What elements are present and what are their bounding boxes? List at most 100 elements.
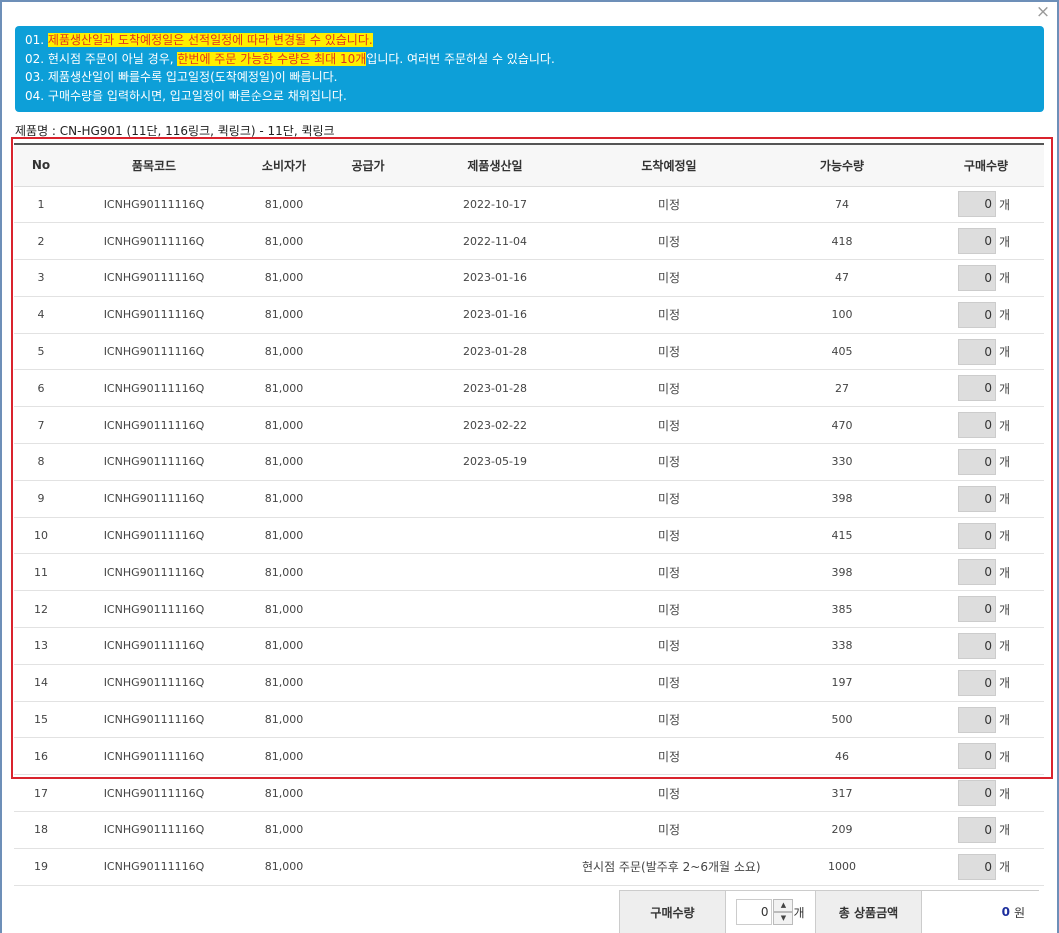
table-row: 17 ICNHG90111116Q 81,000 미정 317 0 개 — [14, 774, 1044, 813]
cell-price: 81,000 — [240, 811, 328, 849]
cell-supply — [328, 222, 408, 261]
cell-no: 13 — [14, 627, 68, 665]
table-row: 1 ICNHG90111116Q 81,000 2022-10-17 미정 74 0 개 — [14, 186, 1044, 224]
purchase-qty-unit: 개 — [999, 786, 1011, 801]
purchase-qty-input[interactable]: 0 — [958, 485, 996, 512]
purchase-qty-unit: 개 — [999, 529, 1011, 544]
purchase-qty-input[interactable]: 0 — [958, 301, 996, 328]
cell-supply — [328, 480, 408, 518]
purchase-qty-input[interactable]: 0 — [958, 228, 996, 255]
cell-code: ICNHG90111116Q — [68, 553, 240, 592]
cell-supply — [328, 186, 408, 224]
cell-production-date — [408, 627, 582, 665]
purchase-qty-input[interactable]: 0 — [958, 412, 996, 439]
cell-code: ICNHG90111116Q — [68, 737, 240, 776]
cell-available-qty: 1000 — [756, 848, 928, 886]
purchase-qty-input[interactable]: 0 — [958, 596, 996, 623]
purchase-qty-input[interactable]: 0 — [958, 559, 996, 586]
cell-production-date — [408, 848, 582, 886]
cell-arrival-date: 미정 — [582, 701, 756, 739]
cell-available-qty: 197 — [756, 664, 928, 702]
purchase-qty-input[interactable]: 0 — [958, 448, 996, 475]
cell-production-date: 2023-05-19 — [408, 443, 582, 481]
purchase-qty-input[interactable]: 0 — [958, 522, 996, 549]
cell-purchase-qty: 0개 — [928, 590, 1044, 629]
purchase-qty-unit: 개 — [999, 418, 1011, 433]
header-supply: 공급가 — [328, 143, 408, 187]
spin-up-icon[interactable]: ▲ — [773, 899, 794, 912]
purchase-qty-input[interactable]: 0 — [958, 853, 996, 880]
cell-no: 16 — [14, 737, 68, 776]
cell-code: ICNHG90111116Q — [68, 774, 240, 813]
table-row: 5 ICNHG90111116Q 81,000 2023-01-28 미정 405 0 개 — [14, 333, 1044, 371]
cell-supply — [328, 553, 408, 592]
header-code: 품목코드 — [68, 143, 240, 187]
cell-price: 81,000 — [240, 259, 328, 297]
notice-line-1: 01. 제품생산일과 도착예정일은 선적일정에 따라 변경될 수 있습니다. — [25, 33, 373, 47]
purchase-qty-input[interactable]: 0 — [958, 816, 996, 843]
cell-supply — [328, 296, 408, 334]
purchase-qty-input[interactable]: 0 — [958, 743, 996, 770]
cell-code: ICNHG90111116Q — [68, 480, 240, 518]
cell-available-qty: 74 — [756, 186, 928, 224]
cell-code: ICNHG90111116Q — [68, 627, 240, 665]
cell-production-date: 2023-01-16 — [408, 296, 582, 334]
notice-box: 01. 제품생산일과 도착예정일은 선적일정에 따라 변경될 수 있습니다. 0… — [15, 26, 1044, 112]
summary-total-value: 0 — [1001, 905, 1010, 919]
notice-highlight: 한번에 주문 가능한 수량은 최대 10개 — [177, 51, 367, 66]
cell-no: 18 — [14, 811, 68, 849]
cell-production-date: 2022-10-17 — [408, 186, 582, 224]
cell-supply — [328, 701, 408, 739]
purchase-qty-unit: 개 — [999, 234, 1011, 249]
cell-price: 81,000 — [240, 406, 328, 445]
cell-purchase-qty: 0개 — [928, 737, 1044, 776]
purchase-qty-input[interactable]: 0 — [958, 706, 996, 733]
table-row: 19 ICNHG90111116Q 81,000 현시점 주문(발주후 2~6개월 소… — [14, 848, 1044, 886]
cell-purchase-qty: 0개 — [928, 406, 1044, 445]
cell-arrival-date: 미정 — [582, 811, 756, 849]
close-icon[interactable]: × — [1035, 4, 1051, 21]
table-row: 13 ICNHG90111116Q 81,000 미정 338 0 개 — [14, 627, 1044, 665]
table-row: 4 ICNHG90111116Q 81,000 2023-01-16 미정 100 0 개 — [14, 296, 1044, 334]
cell-purchase-qty: 0개 — [928, 627, 1044, 665]
table-row: 3 ICNHG90111116Q 81,000 2023-01-16 미정 47 0 개 — [14, 259, 1044, 297]
cell-code: ICNHG90111116Q — [68, 406, 240, 445]
cell-code: ICNHG90111116Q — [68, 811, 240, 849]
cell-arrival-date: 미정 — [582, 737, 756, 776]
purchase-qty-input[interactable]: 0 — [958, 191, 996, 218]
cell-code: ICNHG90111116Q — [68, 443, 240, 481]
summary-qty-input[interactable]: 0 — [736, 899, 773, 925]
table-header-row: No 품목코드 소비자가 공급가 제품생산일 도착예정일 가능수량 구매수량 — [14, 143, 1044, 187]
cell-available-qty: 27 — [756, 369, 928, 408]
cell-available-qty: 47 — [756, 259, 928, 297]
header-price: 소비자가 — [240, 143, 328, 187]
table-row: 10 ICNHG90111116Q 81,000 미정 415 0 개 — [14, 517, 1044, 555]
cell-no: 19 — [14, 848, 68, 886]
cell-arrival-date: 미정 — [582, 186, 756, 224]
cell-arrival-date: 미정 — [582, 517, 756, 555]
cell-no: 17 — [14, 774, 68, 813]
cell-price: 81,000 — [240, 701, 328, 739]
cell-purchase-qty: 0개 — [928, 186, 1044, 224]
cell-price: 81,000 — [240, 627, 328, 665]
header-no: No — [14, 143, 68, 187]
purchase-qty-input[interactable]: 0 — [958, 669, 996, 696]
cell-purchase-qty: 0개 — [928, 848, 1044, 886]
purchase-qty-input[interactable]: 0 — [958, 338, 996, 365]
cell-price: 81,000 — [240, 186, 328, 224]
purchase-qty-input[interactable]: 0 — [958, 264, 996, 291]
cell-price: 81,000 — [240, 848, 328, 886]
header-available-qty: 가능수량 — [756, 143, 928, 187]
purchase-qty-unit: 개 — [999, 749, 1011, 764]
purchase-qty-input[interactable]: 0 — [958, 632, 996, 659]
cell-purchase-qty: 0개 — [928, 369, 1044, 408]
cell-production-date — [408, 664, 582, 702]
purchase-qty-input[interactable]: 0 — [958, 375, 996, 402]
cell-supply — [328, 811, 408, 849]
spin-down-icon[interactable]: ▼ — [773, 912, 794, 925]
cell-price: 81,000 — [240, 296, 328, 334]
cell-no: 15 — [14, 701, 68, 739]
purchase-qty-input[interactable]: 0 — [958, 780, 996, 807]
cell-arrival-date: 미정 — [582, 664, 756, 702]
cell-supply — [328, 333, 408, 371]
